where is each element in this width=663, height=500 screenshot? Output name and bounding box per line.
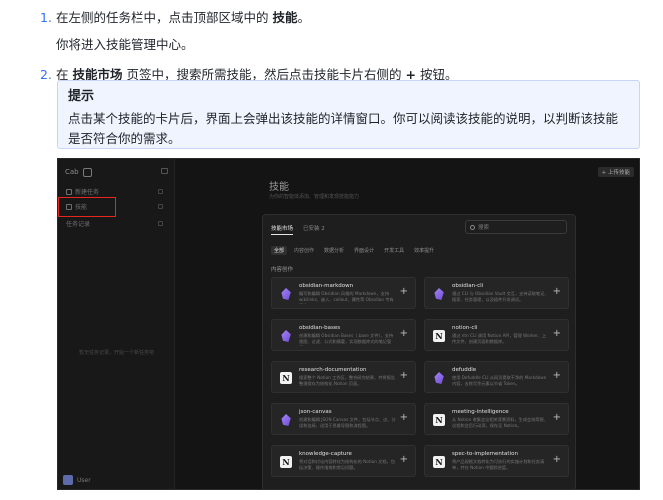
step-1-keyword: 技能 bbox=[272, 10, 298, 25]
step-1-number: 1. bbox=[40, 10, 52, 25]
app-sidebar: Cab 新建任务 技能 任务记录 暂无任务记录，开始一个新任务吧 User bbox=[58, 159, 175, 489]
tasks-folder-icon bbox=[158, 221, 163, 226]
skill-name: notion-cli bbox=[452, 325, 478, 331]
add-skill-button[interactable]: + bbox=[553, 328, 561, 339]
skill-description: 创建和编辑 JSON Canvas 文件，包括节点、边、分组和连接，适用于思维导… bbox=[299, 417, 396, 429]
sidebar-section-label: 任务记录 bbox=[66, 221, 91, 228]
add-skill-button[interactable]: + bbox=[400, 286, 408, 297]
app-logo: Cab bbox=[65, 165, 92, 179]
skill-description: 编写和编辑 Obsidian 风格的 Markdown，支持 wikilinks… bbox=[299, 291, 394, 304]
skill-name: defuddle bbox=[452, 367, 477, 373]
obsidian-icon bbox=[434, 372, 444, 384]
upload-skill-button[interactable]: + 上传技能 bbox=[597, 167, 634, 177]
user-profile[interactable]: User bbox=[63, 475, 91, 485]
skill-name: research-documentation bbox=[299, 367, 367, 373]
notion-icon bbox=[433, 456, 445, 468]
notion-icon bbox=[433, 330, 445, 342]
skill-name: json-canvas bbox=[299, 409, 332, 415]
skill-description: 创建和编辑 Obsidian Bases（.base 文件），支持视图、过滤、公… bbox=[299, 333, 394, 346]
section-title: 内容创作 bbox=[271, 267, 294, 273]
skill-description: 将产品规格文档转化为可执行的实施计划和任务清单，并在 Notion 中跟踪进度。 bbox=[452, 459, 545, 471]
skill-description: 使用 Defuddle CLI 从网页提取干净的 Markdown 内容，去除冗… bbox=[452, 375, 547, 387]
skill-description: 从 Notion 收集会议相关背景资料，生成会前简报、议程和会后行动项，保存至 … bbox=[452, 417, 548, 429]
tip-title: 提示 bbox=[68, 89, 95, 104]
step-1: 1. 在左侧的任务栏中，点击顶部区域中的 技能。 bbox=[40, 8, 650, 28]
search-icon bbox=[470, 224, 475, 230]
skill-card[interactable]: json-canvas 创建和编辑 JSON Canvas 文件，包括节点、边、… bbox=[271, 403, 416, 435]
notion-icon bbox=[433, 414, 445, 426]
category-filter: 全部 内容创作 数据分析 界面设计 开发工具 效率提升 bbox=[271, 246, 437, 255]
add-skill-button[interactable]: + bbox=[553, 370, 561, 381]
skill-card[interactable]: obsidian-bases 创建和编辑 Obsidian Bases（.bas… bbox=[271, 319, 416, 351]
instruction-steps: 1. 在左侧的任务栏中，点击顶部区域中的 技能。 你将进入技能管理中心。 2. … bbox=[40, 8, 650, 85]
new-task-icon bbox=[66, 188, 72, 195]
page-subtitle: 为你的智能体添加、管理和发现技能能力 bbox=[269, 194, 360, 200]
tip-callout: 提示 点击某个技能的卡片后，界面上会弹出该技能的详情窗口。你可以阅读该技能的说明… bbox=[57, 80, 640, 149]
chip-data[interactable]: 数据分析 bbox=[321, 246, 347, 255]
skill-name: obsidian-markdown bbox=[299, 283, 354, 289]
skill-name: obsidian-bases bbox=[299, 325, 341, 331]
step-1-result: 你将进入技能管理中心。 bbox=[56, 37, 194, 52]
search-placeholder: 搜索 bbox=[478, 225, 490, 231]
user-name: User bbox=[77, 476, 91, 484]
notion-icon bbox=[280, 456, 292, 468]
chip-design[interactable]: 界面设计 bbox=[351, 246, 377, 255]
installed-count-badge: 2 bbox=[321, 226, 325, 232]
tab-installed[interactable]: 已安装 2 bbox=[303, 224, 325, 235]
tab-installed-label: 已安装 bbox=[303, 226, 320, 232]
add-skill-button[interactable]: + bbox=[553, 286, 561, 297]
skill-card[interactable]: obsidian-cli 通过 CLI 与 Obsidian Vault 交互，… bbox=[424, 277, 569, 309]
avatar bbox=[63, 475, 73, 485]
skills-highlight-box bbox=[58, 197, 116, 217]
notion-icon bbox=[280, 372, 292, 384]
skill-description: 通过 ntn CLI 调用 Notion API，管理 Worker、上传文件，… bbox=[452, 333, 547, 345]
skill-search-input[interactable]: 搜索 bbox=[465, 220, 567, 234]
step-2-number: 2. bbox=[40, 67, 52, 82]
sidebar-item-tasks[interactable]: 任务记录 bbox=[63, 217, 167, 230]
skill-name: knowledge-capture bbox=[299, 451, 352, 457]
shortcut-icon bbox=[158, 189, 163, 194]
sidebar-item-label: 新建任务 bbox=[75, 189, 100, 196]
obsidian-icon bbox=[281, 288, 291, 300]
tip-text: 点击某个技能的卡片后，界面上会弹出该技能的详情窗口。你可以阅读该技能的说明，以判… bbox=[68, 111, 619, 146]
skill-name: meeting-intelligence bbox=[452, 409, 509, 415]
skill-name: spec-to-implementation bbox=[452, 451, 518, 457]
modal-tabs: 技能市场 已安装 2 bbox=[271, 224, 325, 235]
obsidian-icon bbox=[434, 288, 444, 300]
add-skill-button[interactable]: + bbox=[400, 370, 408, 381]
skills-side-icon bbox=[158, 204, 163, 209]
skill-card[interactable]: notion-cli 通过 ntn CLI 调用 Notion API，管理 W… bbox=[424, 319, 569, 351]
skills-modal: 技能市场 已安装 2 搜索 全部 内容创作 数据分析 界面设计 开发工具 效率提… bbox=[262, 214, 576, 489]
app-name: Cab bbox=[65, 168, 79, 176]
add-skill-button[interactable]: + bbox=[400, 412, 408, 423]
skill-card[interactable]: meeting-intelligence 从 Notion 收集会议相关背景资料… bbox=[424, 403, 569, 435]
add-skill-button[interactable]: + bbox=[400, 454, 408, 465]
obsidian-icon bbox=[281, 414, 291, 426]
sidebar-toggle-icon[interactable] bbox=[161, 168, 168, 174]
skill-description: 搜索整个 Notion 工作区，整合研究结果，并将报告整理保存为结构化 Noti… bbox=[299, 375, 395, 387]
step-1-end: 。 bbox=[297, 10, 311, 25]
obsidian-icon bbox=[281, 330, 291, 342]
chip-all[interactable]: 全部 bbox=[271, 246, 288, 255]
chip-dev[interactable]: 开发工具 bbox=[381, 246, 407, 255]
add-skill-button[interactable]: + bbox=[553, 412, 561, 423]
skill-card[interactable]: defuddle 使用 Defuddle CLI 从网页提取干净的 Markdo… bbox=[424, 361, 569, 393]
app-screenshot: Cab 新建任务 技能 任务记录 暂无任务记录，开始一个新任务吧 User + … bbox=[57, 158, 640, 490]
step-1-text: 在左侧的任务栏中，点击顶部区域中的 bbox=[56, 10, 269, 25]
skill-card[interactable]: knowledge-capture 将对话和讨论内容转化为结构化的 Notion… bbox=[271, 445, 416, 477]
skill-name: obsidian-cli bbox=[452, 283, 484, 289]
skill-card[interactable]: research-documentation 搜索整个 Notion 工作区，整… bbox=[271, 361, 416, 393]
add-skill-button[interactable]: + bbox=[400, 328, 408, 339]
skill-description: 通过 CLI 与 Obsidian Vault 交互，支持读取笔记、搜索、任务管… bbox=[452, 291, 549, 303]
add-skill-button[interactable]: + bbox=[553, 454, 561, 465]
chip-content[interactable]: 内容创作 bbox=[291, 246, 317, 255]
logo-icon bbox=[82, 167, 92, 177]
sidebar-empty-hint: 暂无任务记录，开始一个新任务吧 bbox=[78, 350, 154, 356]
skill-card[interactable]: spec-to-implementation 将产品规格文档转化为可执行的实施计… bbox=[424, 445, 569, 477]
tab-skill-market[interactable]: 技能市场 bbox=[271, 224, 294, 235]
page-title: 技能 bbox=[269, 182, 289, 193]
chip-efficiency[interactable]: 效率提升 bbox=[411, 246, 437, 255]
skill-card[interactable]: obsidian-markdown 编写和编辑 Obsidian 风格的 Mar… bbox=[271, 277, 416, 309]
skill-description: 将对话和讨论内容转化为结构化的 Notion 文档，包括决策、操作指南和常见问题… bbox=[299, 459, 395, 471]
